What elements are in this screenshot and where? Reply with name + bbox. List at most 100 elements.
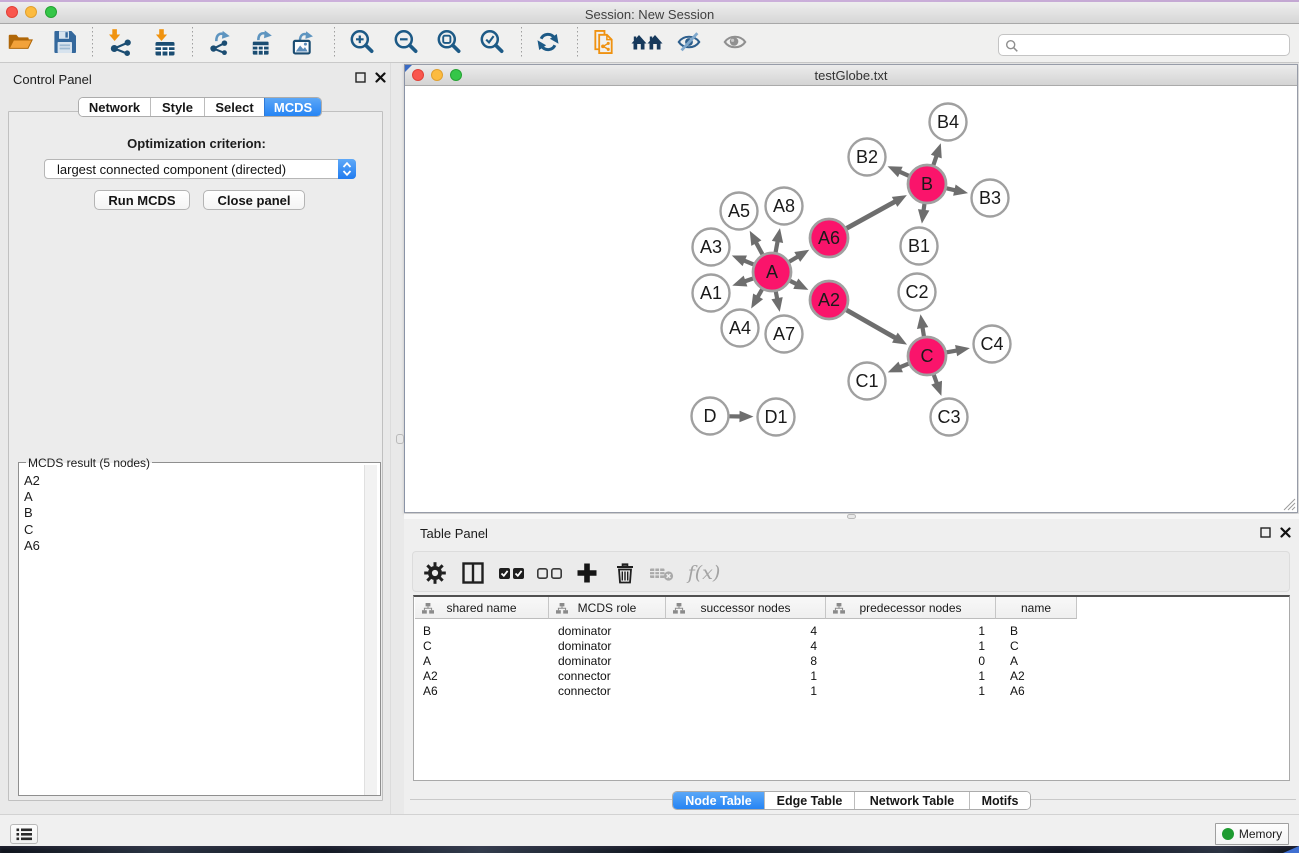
plus-icon	[575, 561, 599, 585]
refresh-button[interactable]	[535, 29, 561, 55]
zoom-out-button[interactable]	[393, 29, 419, 55]
graph-node-label: A7	[773, 324, 795, 344]
memory-button[interactable]: Memory	[1215, 823, 1289, 845]
eye-icon	[722, 29, 748, 55]
arrowhead	[739, 411, 753, 422]
delete-row-button[interactable]	[611, 559, 639, 587]
run-mcds-button[interactable]: Run MCDS	[94, 190, 190, 210]
graph-node-label: C	[921, 346, 934, 366]
close-panel-icon[interactable]	[1280, 527, 1291, 538]
zoom-fit-button[interactable]	[436, 29, 462, 55]
export-network-button[interactable]	[207, 29, 233, 55]
graph-node-label: D1	[764, 407, 787, 427]
edge-A6-B[interactable]	[847, 201, 897, 228]
cell-successor-nodes: 1	[810, 684, 817, 698]
tab-network[interactable]: Network	[79, 98, 150, 116]
cell-successor-nodes: 4	[810, 624, 817, 638]
hide-button[interactable]	[676, 29, 702, 55]
split-columns-button[interactable]	[459, 559, 487, 587]
float-panel-icon[interactable]	[1260, 527, 1271, 538]
graph-node-label: A2	[818, 290, 840, 310]
graph-node-label: A6	[818, 228, 840, 248]
show-button[interactable]	[722, 29, 748, 55]
tab-network-table[interactable]: Network Table	[854, 792, 969, 809]
network-window-titlebar[interactable]: testGlobe.txt	[405, 65, 1297, 86]
arrowhead	[917, 314, 928, 329]
result-item[interactable]: A6	[24, 538, 40, 554]
import-network-button[interactable]	[108, 29, 134, 55]
app-titlebar: Session: New Session	[0, 2, 1299, 24]
cell-successor-nodes: 4	[810, 639, 817, 653]
table-row-B[interactable]: Bdominator41B	[414, 623, 1289, 639]
import-table-button[interactable]	[152, 29, 178, 55]
column-header-name[interactable]: name	[996, 597, 1077, 619]
tab-edge-table[interactable]: Edge Table	[764, 792, 854, 809]
tab-select[interactable]: Select	[204, 98, 264, 116]
search-input[interactable]	[1023, 36, 1283, 54]
arrowhead	[771, 297, 782, 312]
result-item[interactable]: A2	[24, 473, 40, 489]
float-panel-icon[interactable]	[355, 72, 366, 83]
add-row-button[interactable]	[573, 559, 601, 587]
import-table-icon	[152, 29, 178, 56]
close-panel-button[interactable]: Close panel	[203, 190, 305, 210]
result-item[interactable]: C	[24, 522, 40, 538]
export-image-button[interactable]	[291, 29, 317, 55]
table-settings-button[interactable]	[421, 559, 449, 587]
result-item[interactable]: B	[24, 505, 40, 521]
result-item[interactable]: A	[24, 489, 40, 505]
tab-mcds[interactable]: MCDS	[264, 98, 321, 116]
edge-A-A5[interactable]	[755, 241, 762, 254]
node-table[interactable]: shared nameMCDS rolesuccessor nodesprede…	[413, 595, 1290, 781]
home-button[interactable]	[631, 29, 663, 55]
cell-shared-name: A2	[423, 669, 438, 683]
select-all-button[interactable]	[497, 559, 525, 587]
mcds-result-list[interactable]: A2ABCA6	[24, 473, 40, 554]
result-scrollbar[interactable]	[364, 465, 377, 795]
edge-A2-C[interactable]	[846, 310, 896, 339]
network-graph[interactable]: B4B2BB3A8A5A6B1A3AC2A1A2A4A7C4CC1C3DD1	[405, 87, 1297, 512]
save-session-button[interactable]	[52, 29, 78, 55]
tab-node-table[interactable]: Node Table	[673, 792, 764, 809]
close-panel-icon[interactable]	[375, 72, 386, 83]
resize-grip-icon[interactable]	[1283, 498, 1296, 511]
table-row-A6[interactable]: A6connector11A6	[414, 683, 1289, 699]
memory-status-icon	[1222, 828, 1234, 840]
trash-icon	[613, 561, 637, 585]
control-panel: Control Panel Optimization criterion: la…	[0, 63, 391, 814]
clear-table-button[interactable]	[648, 559, 676, 587]
deselect-all-button[interactable]	[535, 559, 563, 587]
splitter-knob-vertical[interactable]	[396, 434, 404, 444]
cell-predecessor-nodes: 1	[978, 684, 985, 698]
cell-successor-nodes: 1	[810, 669, 817, 683]
column-header-MCDS-role[interactable]: MCDS role	[549, 597, 666, 619]
export-table-button[interactable]	[250, 29, 276, 55]
table-panel-title: Table Panel	[420, 526, 488, 541]
graph-node-label: A1	[700, 283, 722, 303]
splitter-knob-horizontal[interactable]	[847, 514, 856, 519]
function-builder-button[interactable]: f(x)	[687, 559, 721, 587]
table-row-A[interactable]: Adominator80A	[414, 653, 1289, 669]
graph-node-label: B	[921, 174, 933, 194]
zoom-in-button[interactable]	[349, 29, 375, 55]
column-header-shared-name[interactable]: shared name	[415, 597, 549, 619]
zoom-selected-button[interactable]	[479, 29, 505, 55]
table-row-A2[interactable]: A2connector11A2	[414, 668, 1289, 684]
cell-shared-name: A	[423, 654, 431, 668]
tab-motifs[interactable]: Motifs	[969, 792, 1030, 809]
criterion-dropdown[interactable]: largest connected component (directed)	[44, 159, 356, 179]
column-header-successor-nodes[interactable]: successor nodes	[666, 597, 826, 619]
tab-style[interactable]: Style	[150, 98, 204, 116]
search-icon	[1005, 39, 1019, 53]
column-header-predecessor-nodes[interactable]: predecessor nodes	[826, 597, 996, 619]
zoom-out-icon	[393, 29, 419, 55]
wallpaper-detail	[1283, 846, 1299, 853]
duplicate-network-button[interactable]	[591, 29, 617, 55]
table-row-C[interactable]: Cdominator41C	[414, 638, 1289, 654]
graph-node-label: C2	[905, 282, 928, 302]
open-file-button[interactable]	[7, 29, 33, 55]
column-header-label: name	[996, 601, 1076, 615]
show-panels-button[interactable]	[10, 824, 38, 844]
column-header-label: shared name	[415, 601, 548, 615]
toolbar-separator	[92, 27, 93, 59]
